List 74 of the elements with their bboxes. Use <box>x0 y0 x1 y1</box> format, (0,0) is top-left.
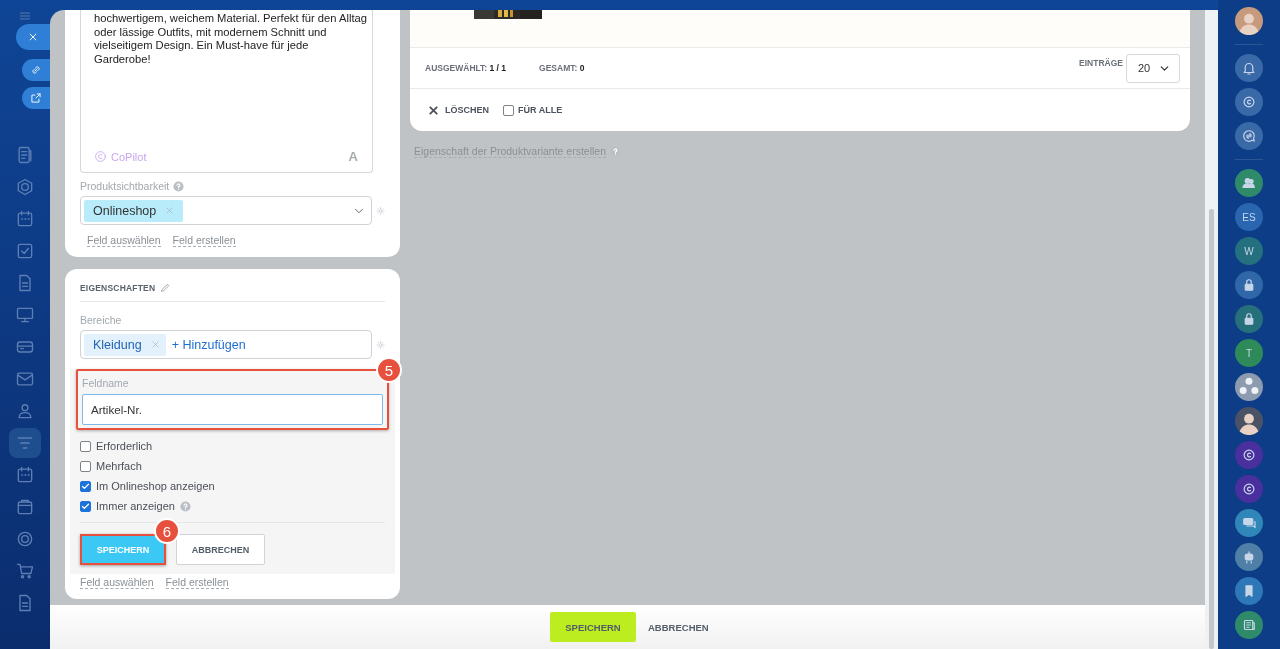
step-badge: 6 <box>154 518 180 544</box>
user-avatar[interactable] <box>1235 407 1263 435</box>
description-text: hochwertigem, weichem Material. Perfekt für den Alltag oder lässige Outfits, mit modernem Schnitt und vielseitigem Design. Ein Must-have für jede Garderobe! <box>94 12 368 66</box>
open-window-button[interactable] <box>22 87 50 109</box>
store-icon[interactable] <box>15 497 35 517</box>
chat-button[interactable] <box>1235 122 1263 150</box>
delete-button[interactable]: LÖSCHEN <box>428 104 489 116</box>
copilot-button[interactable] <box>1235 475 1263 503</box>
copilot-icon <box>94 150 107 163</box>
field-name-input[interactable]: Artikel-Nr. <box>82 394 383 425</box>
help-icon[interactable] <box>173 180 185 192</box>
help-icon[interactable] <box>610 146 622 157</box>
visibility-select[interactable]: Onlineshop <box>80 196 372 225</box>
chat-icon <box>1240 127 1258 145</box>
target-icon[interactable] <box>15 529 35 549</box>
cart-icon[interactable] <box>15 561 35 581</box>
field-label: Bereiche <box>80 314 123 326</box>
bookmark-button[interactable] <box>1235 577 1263 605</box>
avatar-initials[interactable]: T <box>1235 339 1263 367</box>
checkbox-label: Erforderlich <box>96 440 153 452</box>
save-button[interactable]: SPEICHERN <box>550 612 636 642</box>
lock-button[interactable] <box>1235 305 1263 333</box>
field-link[interactable]: Feld erstellen <box>165 576 229 589</box>
avatar-initials[interactable]: ES <box>1235 203 1263 231</box>
page-size-select[interactable]: 20 <box>1126 53 1180 83</box>
copilot-button[interactable] <box>1235 88 1263 116</box>
entries-label: EINTRÄGE <box>1079 58 1123 68</box>
newspaper-button[interactable] <box>1235 611 1263 639</box>
calendar-icon[interactable] <box>15 209 35 229</box>
checkbox-label: Mehrfach <box>96 460 142 472</box>
help-icon[interactable] <box>179 500 191 512</box>
lock-button[interactable] <box>1235 271 1263 299</box>
tag-chip[interactable]: Onlineshop <box>84 199 184 222</box>
field-link[interactable]: Feld erstellen <box>172 234 236 247</box>
cancel-button[interactable]: ABBRECHEN <box>642 620 715 634</box>
stat-text: GESAMT: 0 <box>539 63 585 73</box>
scrollbar[interactable] <box>1209 209 1214 649</box>
sections-field[interactable]: Kleidung + Hinzufügen <box>80 330 372 359</box>
cancel-button[interactable]: ABBRECHEN <box>176 534 265 565</box>
checkbox[interactable] <box>80 480 91 492</box>
add-link[interactable]: + Hinzufügen <box>171 337 246 352</box>
external-link-icon <box>29 91 43 105</box>
checkbox-icon[interactable] <box>15 241 35 261</box>
calendar-icon[interactable] <box>15 465 35 485</box>
step-badge: 5 <box>376 357 402 383</box>
close-icon <box>428 104 439 116</box>
bell-button[interactable] <box>1235 54 1263 82</box>
close-button[interactable] <box>16 24 50 50</box>
checkbox-label: Im Onlineshop anzeigen <box>96 480 215 492</box>
user-avatar[interactable] <box>1235 373 1263 401</box>
field-label: Feldname <box>82 377 130 389</box>
checkbox[interactable] <box>80 460 91 472</box>
stat-text: AUSGEWÄHLT: 1 / 1 <box>425 63 507 73</box>
edit-icon[interactable] <box>160 282 172 293</box>
hexagon-icon[interactable] <box>15 177 35 197</box>
tag-chip[interactable]: Kleidung <box>84 333 166 356</box>
avatar-initials[interactable]: W <box>1235 237 1263 265</box>
section-title: EIGENSCHAFTEN <box>80 282 156 293</box>
checkbox-label: Immer anzeigen <box>96 500 175 512</box>
field-label: Produktsichtbarkeit <box>80 180 170 192</box>
user-avatar[interactable] <box>1235 7 1263 35</box>
chat-button[interactable] <box>1235 509 1263 537</box>
group-button[interactable] <box>1235 169 1263 197</box>
checkbox-label: FÜR ALLE <box>518 105 563 115</box>
link-button[interactable] <box>22 59 50 81</box>
checkbox[interactable] <box>80 500 91 512</box>
robot-button[interactable] <box>1235 543 1263 571</box>
copilot-button[interactable] <box>1235 441 1263 469</box>
checkbox[interactable] <box>503 104 514 116</box>
checkbox[interactable] <box>80 440 91 452</box>
link-icon <box>29 63 43 77</box>
presentation-icon[interactable] <box>15 305 35 325</box>
field-link[interactable]: Feld auswählen <box>80 576 154 589</box>
field-link[interactable]: Feld auswählen <box>87 234 161 247</box>
